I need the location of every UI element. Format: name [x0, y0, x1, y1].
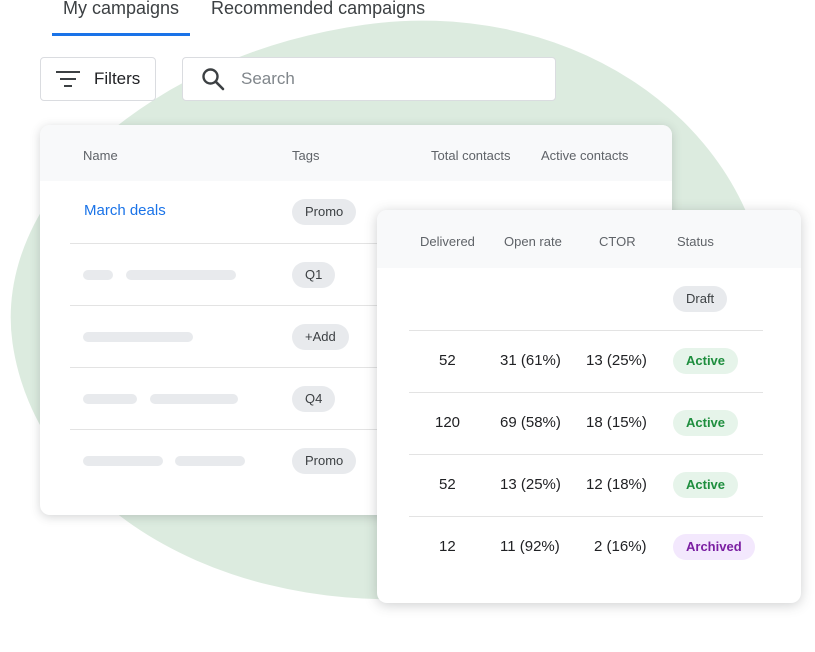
column-header-open-rate[interactable]: Open rate — [504, 234, 562, 249]
open-rate-value: 13 (25%) — [500, 476, 561, 493]
table-row[interactable]: 120 69 (58%) 18 (15%) Active — [409, 392, 763, 455]
search-box[interactable] — [182, 57, 556, 101]
search-icon — [202, 68, 225, 91]
delivered-value: 12 — [439, 538, 456, 555]
ctor-value: 12 (18%) — [586, 476, 647, 493]
table-row[interactable]: 12 11 (92%) 2 (16%) Archived — [409, 516, 763, 579]
placeholder-bar — [83, 456, 163, 466]
open-rate-value: 31 (61%) — [500, 352, 561, 369]
filter-list-icon — [56, 71, 80, 87]
tab-recommended-campaigns[interactable]: Recommended campaigns — [200, 0, 436, 36]
status-badge: Archived — [673, 534, 755, 560]
status-badge: Active — [673, 472, 739, 498]
campaigns-table-header: Name Tags Total contacts Active contacts — [40, 125, 672, 181]
delivered-value: 52 — [439, 352, 456, 369]
placeholder-bar — [83, 270, 113, 280]
column-header-total-contacts[interactable]: Total contacts — [431, 148, 511, 163]
ctor-value: 18 (15%) — [586, 414, 647, 431]
tag-chip[interactable]: Q4 — [292, 386, 336, 412]
delivered-value: 52 — [439, 476, 456, 493]
table-row[interactable]: 52 31 (61%) 13 (25%) Active — [409, 330, 763, 393]
ctor-value: 2 (16%) — [594, 538, 647, 555]
add-tag-chip[interactable]: +Add — [292, 324, 349, 350]
placeholder-bar — [150, 394, 238, 404]
open-rate-value: 69 (58%) — [500, 414, 561, 431]
tab-my-campaigns[interactable]: My campaigns — [52, 0, 191, 36]
campaign-tabs: My campaigns Recommended campaigns — [52, 0, 436, 36]
tag-chip[interactable]: Q1 — [292, 262, 336, 288]
column-header-ctor[interactable]: CTOR — [599, 234, 636, 249]
stats-table-header: Delivered Open rate CTOR Status — [377, 210, 801, 268]
status-badge: Active — [673, 348, 739, 374]
status-badge: Draft — [673, 286, 728, 312]
search-input[interactable] — [239, 68, 533, 90]
column-header-delivered[interactable]: Delivered — [420, 234, 475, 249]
status-badge: Active — [673, 410, 739, 436]
filters-label: Filters — [94, 69, 141, 88]
tag-chip[interactable]: Promo — [292, 199, 357, 225]
filters-button[interactable]: Filters — [40, 57, 156, 101]
placeholder-bar — [83, 332, 193, 342]
column-header-tags[interactable]: Tags — [292, 148, 319, 163]
column-header-status[interactable]: Status — [677, 234, 714, 249]
campaign-name-link[interactable]: March deals — [84, 202, 166, 219]
ctor-value: 13 (25%) — [586, 352, 647, 369]
table-row[interactable]: 52 13 (25%) 12 (18%) Active — [409, 454, 763, 517]
placeholder-bar — [83, 394, 137, 404]
open-rate-value: 11 (92%) — [500, 538, 560, 555]
placeholder-bar — [126, 270, 236, 280]
column-header-active-contacts[interactable]: Active contacts — [541, 148, 628, 163]
tag-chip[interactable]: Promo — [292, 448, 357, 474]
delivered-value: 120 — [435, 414, 461, 431]
campaign-stats-table: Delivered Open rate CTOR Status Draft 52… — [377, 210, 801, 603]
placeholder-bar — [175, 456, 245, 466]
table-row[interactable]: Draft — [409, 268, 763, 330]
column-header-name[interactable]: Name — [83, 148, 118, 163]
